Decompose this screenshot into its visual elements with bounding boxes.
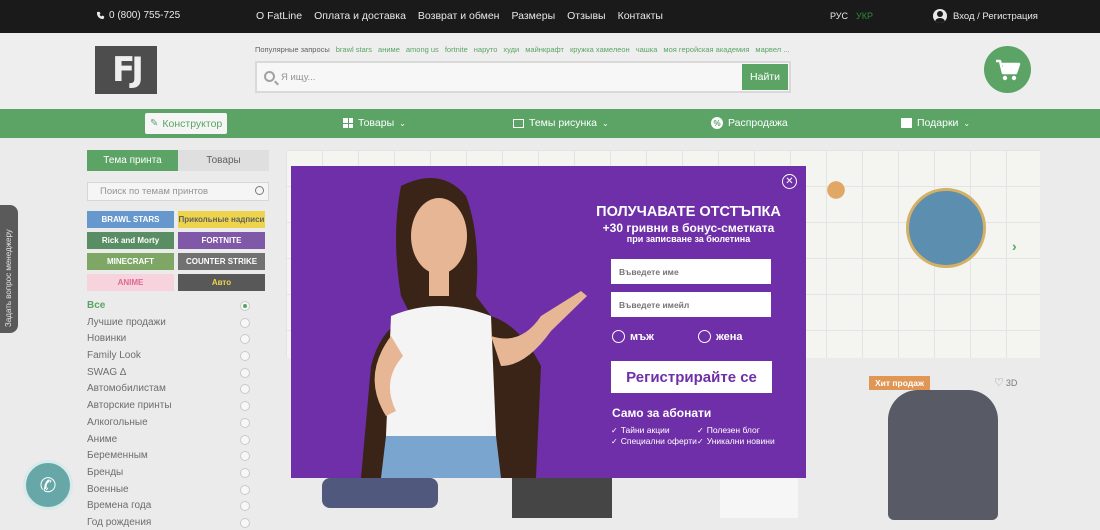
female-label: жена xyxy=(716,330,743,343)
nav-about[interactable]: О FatLine xyxy=(256,10,302,22)
popup-note: при записване за бюлетина xyxy=(626,234,751,244)
lang-ru[interactable]: РУС xyxy=(830,11,848,21)
login-register-link[interactable]: Вход / Регистрация xyxy=(933,9,1038,23)
benefit-item: ✓ Специални оферти xyxy=(611,435,697,447)
nav-sizes[interactable]: Размеры xyxy=(511,10,555,22)
newsletter-popup: ✕ ПОЛУЧАВАТЕ ОТСТЪПКА +30 гривни в бонус… xyxy=(291,166,806,478)
top-nav: О FatLine Оплата и доставка Возврат и об… xyxy=(256,10,663,22)
radio-button[interactable] xyxy=(698,330,711,343)
check-icon: ✓ xyxy=(611,436,618,446)
benefit-label: Уникални новини xyxy=(706,435,775,446)
email-field[interactable] xyxy=(611,292,771,317)
nav-payment-delivery[interactable]: Оплата и доставка xyxy=(314,10,406,22)
gender-male[interactable]: мъж xyxy=(612,330,654,343)
popup-subtitle: +30 гривни в бонус-сметката xyxy=(602,221,775,235)
check-icon: ✓ xyxy=(611,426,618,435)
radio-button[interactable] xyxy=(612,330,625,343)
phone-number: 0 (800) 755-725 xyxy=(109,10,181,21)
nav-reviews[interactable]: Отзывы xyxy=(567,10,605,22)
benefits-list: ✓ Тайни акции ✓ Полезен блог ✓ Специални оф… xyxy=(611,425,781,447)
benefit-item: ✓ Уникални новини xyxy=(697,435,781,447)
user-icon xyxy=(933,9,947,23)
language-switcher: РУС УКР xyxy=(830,11,873,21)
register-button[interactable]: Регистрирайте се xyxy=(611,361,772,393)
check-icon: ✓ xyxy=(697,436,704,446)
nav-returns[interactable]: Возврат и обмен xyxy=(418,10,500,22)
popup-title: ПОЛУЧАВАТЕ ОТСТЪПКА xyxy=(596,204,781,220)
benefit-label: Специални оферти xyxy=(620,435,697,446)
benefit-item: ✓ Полезен блог xyxy=(697,425,781,436)
gender-female[interactable]: жена xyxy=(698,330,743,343)
lang-ua[interactable]: УКР xyxy=(856,11,873,21)
name-field[interactable] xyxy=(611,259,771,284)
phone-link[interactable]: 0 (800) 755-725 xyxy=(96,10,180,21)
benefit-label: Тайни акции xyxy=(620,425,670,435)
phone-icon xyxy=(96,11,105,20)
subscribers-title: Само за абонати xyxy=(612,406,712,420)
close-icon: ✕ xyxy=(785,175,794,187)
check-icon: ✓ xyxy=(697,426,704,435)
benefit-item: ✓ Тайни акции xyxy=(611,425,697,436)
auth-label: Вход / Регистрация xyxy=(953,10,1038,22)
close-button[interactable]: ✕ xyxy=(782,174,797,189)
nav-contacts[interactable]: Контакты xyxy=(618,10,663,22)
benefit-label: Полезен блог xyxy=(706,425,760,435)
top-bar: 0 (800) 755-725 О FatLine Оплата и доста… xyxy=(0,0,1100,33)
male-label: мъж xyxy=(630,330,654,343)
woman-photo xyxy=(361,178,587,478)
